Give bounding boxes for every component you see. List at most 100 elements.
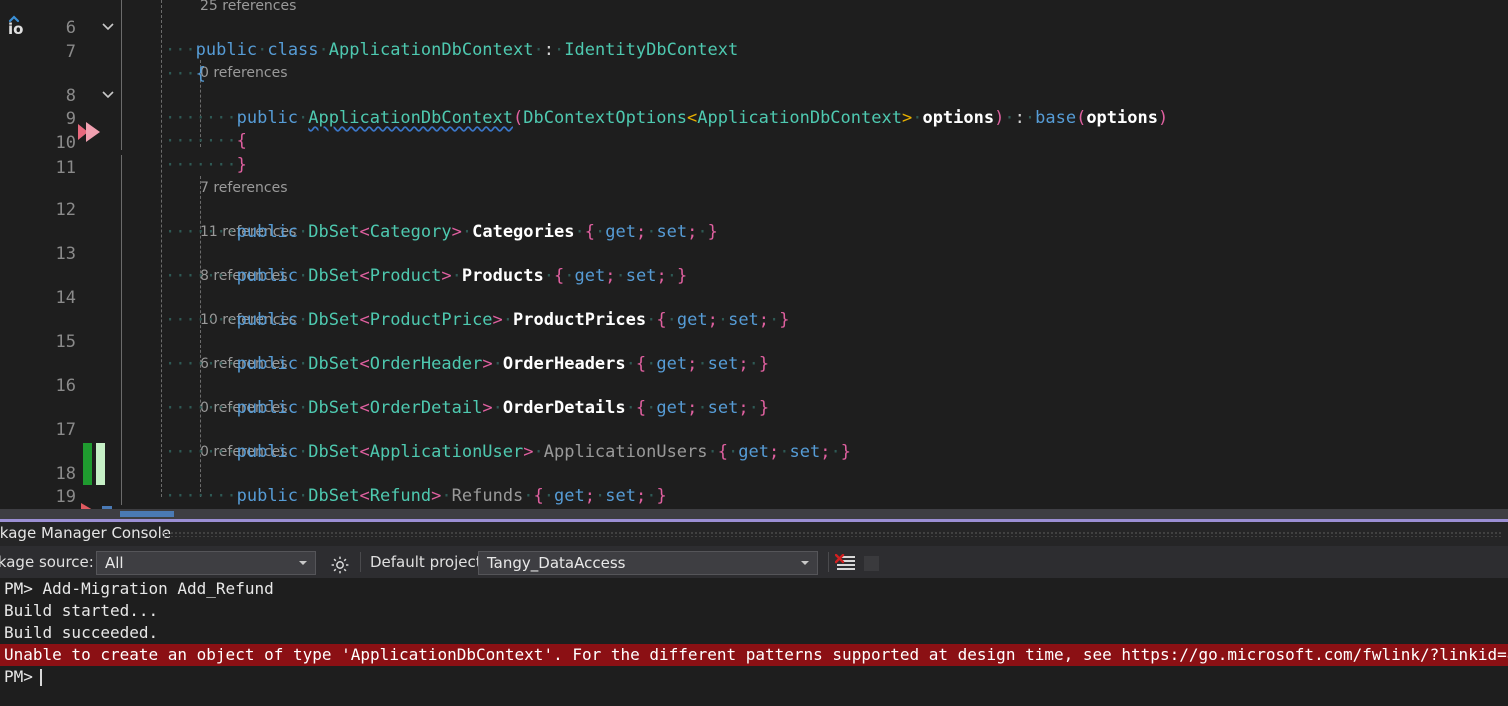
code-editor[interactable]: io 25 references 0 references 7 referenc… xyxy=(0,0,1508,519)
token-brace-close: } xyxy=(779,310,790,330)
line-number-19: 19 xyxy=(55,487,76,507)
package-source-label: Package source: xyxy=(0,553,94,571)
token-set: set xyxy=(707,398,739,418)
pmc-drag-grip[interactable] xyxy=(162,531,1502,537)
toolbar-separator xyxy=(360,552,361,572)
default-project-combo[interactable]: Tangy_DataAccess xyxy=(478,551,818,575)
code-line-7[interactable]: ···{ xyxy=(124,41,1508,84)
package-source-combo[interactable]: All xyxy=(96,551,316,575)
ws-dots: ······· xyxy=(164,310,237,330)
token-angle-close: > xyxy=(451,222,462,242)
codelens-line6[interactable]: 25 references xyxy=(200,0,296,17)
ws-dot: · xyxy=(298,222,309,242)
ws-dot: · xyxy=(646,398,657,418)
code-line-8[interactable]: ·······public·ApplicationDbContext(DbCon… xyxy=(124,85,1508,128)
pmc-titlebar[interactable]: Package Manager Console xyxy=(0,522,1508,546)
token-type-dbset: DbSet xyxy=(308,310,360,330)
ws-dot: · xyxy=(298,398,309,418)
default-project-value: Tangy_DataAccess xyxy=(487,554,626,572)
token-type-dbset: DbSet xyxy=(308,442,360,462)
ws-dot: · xyxy=(564,266,575,286)
stop-icon[interactable] xyxy=(864,556,879,571)
change-bar-light xyxy=(96,443,105,485)
chevron-down-icon[interactable] xyxy=(299,561,307,565)
token-get: get xyxy=(574,266,606,286)
token-angle-open: < xyxy=(359,222,370,242)
code-line-19[interactable]: ···} xyxy=(124,486,1508,519)
ws-dots: ······· xyxy=(164,442,237,462)
gear-icon[interactable] xyxy=(330,555,350,575)
ws-dot: · xyxy=(543,266,555,286)
code-line-12[interactable]: ·······public·DbSet<Category>·Categories… xyxy=(124,199,1508,242)
token-type-dbset: DbSet xyxy=(308,354,360,374)
ws-dot: · xyxy=(697,222,708,242)
token-semicolon-2: ; xyxy=(738,354,749,374)
ws-dot: · xyxy=(533,442,544,462)
pmc-toolbar[interactable]: Package source: All Default project: Tan… xyxy=(0,546,1508,578)
token-brace-open: { xyxy=(635,398,647,418)
token-angle-open: < xyxy=(359,398,370,418)
token-get: get xyxy=(676,310,708,330)
token-type-category: Category xyxy=(369,222,452,242)
editor-horizontal-scrollbar[interactable] xyxy=(0,509,1508,519)
console-output[interactable]: PM> Add-Migration Add_Refund Build start… xyxy=(0,578,1508,706)
codelens-line12[interactable]: 7 references xyxy=(200,177,288,199)
code-line-13[interactable]: ·······public·DbSet<Product>·Products·{·… xyxy=(124,243,1508,286)
line-number-7: 7 xyxy=(65,42,76,62)
package-manager-console-pane[interactable]: Package Manager Console Package source: … xyxy=(0,522,1508,706)
token-type-orderdetail: OrderDetail xyxy=(369,398,483,418)
line-number-16: 16 xyxy=(55,376,76,396)
ws-dot: · xyxy=(697,354,708,374)
token-brace-open: { xyxy=(717,442,729,462)
token-set: set xyxy=(789,442,821,462)
code-line-15[interactable]: ·······public·DbSet<OrderHeader>·OrderHe… xyxy=(124,331,1508,374)
token-prop-orderdetails: OrderDetails xyxy=(502,398,626,418)
ws-dot: · xyxy=(625,398,636,418)
collapse-chevron-line8[interactable] xyxy=(100,85,116,107)
token-semicolon: ; xyxy=(687,354,698,374)
token-angle-close: > xyxy=(482,398,493,418)
chevron-down-icon-2[interactable] xyxy=(801,561,809,565)
step-arrow-marker[interactable] xyxy=(76,120,106,148)
scrollbar-thumb[interactable] xyxy=(120,511,174,517)
ws-dot: · xyxy=(697,398,708,418)
ws-dot: · xyxy=(707,442,718,462)
token-brace-close: } xyxy=(676,266,688,286)
console-text-caret xyxy=(40,669,42,686)
ws-dot: · xyxy=(666,266,677,286)
ws-dots: ······· xyxy=(164,266,237,286)
ws-dot: · xyxy=(594,222,606,242)
code-line-10[interactable]: ·······} xyxy=(124,132,1508,175)
code-line-9[interactable]: ·······{ xyxy=(124,108,1508,151)
token-semicolon-2: ; xyxy=(687,222,698,242)
line-number-8: 8 xyxy=(65,86,76,106)
token-angle-close: > xyxy=(441,266,452,286)
line-number-14: 14 xyxy=(55,288,76,308)
token-angle-open: < xyxy=(359,354,370,374)
token-get: get xyxy=(656,354,688,374)
token-type-productprice: ProductPrice xyxy=(369,310,493,330)
token-type-dbset: DbSet xyxy=(308,398,360,418)
token-public: public xyxy=(236,222,299,242)
ws-dot: · xyxy=(728,442,739,462)
line-number-13: 13 xyxy=(55,244,76,264)
console-prompt[interactable]: PM> xyxy=(4,666,43,688)
ws-dot: · xyxy=(298,310,309,330)
ws-dots: ······· xyxy=(164,354,237,374)
token-public: public xyxy=(236,398,299,418)
token-angle-open: < xyxy=(359,310,370,330)
code-line-18[interactable]: ·······public·DbSet<Refund>·Refunds·{·ge… xyxy=(124,463,1508,506)
code-line-6[interactable]: ···public·class·ApplicationDbContext·:·I… xyxy=(124,17,1508,60)
collapse-chevron-line6[interactable] xyxy=(100,17,116,39)
code-line-14[interactable]: ·······public·DbSet<ProductPrice>·Produc… xyxy=(124,287,1508,330)
token-semicolon-2: ; xyxy=(820,442,831,462)
token-brace-open: { xyxy=(195,64,206,84)
ws-dot: · xyxy=(646,222,657,242)
code-line-17[interactable]: ·······public·DbSet<ApplicationUser>·App… xyxy=(124,419,1508,462)
code-line-16[interactable]: ·······public·DbSet<OrderDetail>·OrderDe… xyxy=(124,375,1508,418)
token-prop-productprices: ProductPrices xyxy=(513,310,647,330)
codelens-line8[interactable]: 0 references xyxy=(200,62,288,84)
clear-console-icon[interactable] xyxy=(834,553,857,574)
token-set: set xyxy=(728,310,759,330)
token-brace-open: { xyxy=(635,354,647,374)
